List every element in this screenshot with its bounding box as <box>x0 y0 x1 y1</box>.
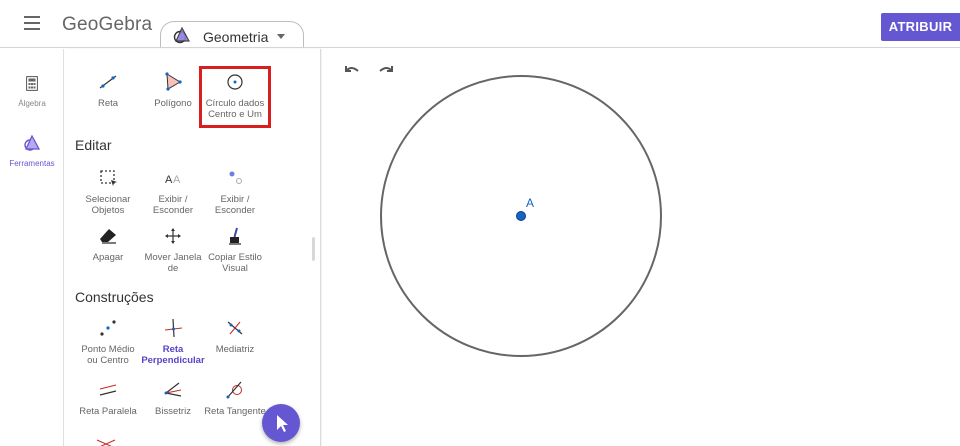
tool-eraser[interactable]: Apagar <box>75 225 141 263</box>
tangents-icon <box>226 381 242 399</box>
tool-move-graphics-view[interactable]: Mover Janela de <box>140 225 206 274</box>
svg-text:A: A <box>173 174 181 186</box>
app-selector[interactable]: Geometria <box>160 21 304 47</box>
tool-label: Exibir / Esconder <box>152 194 194 216</box>
tool-label: Mediatriz <box>215 344 255 355</box>
tools-icon <box>24 134 41 151</box>
tool-label: Reta <box>97 98 119 109</box>
select-objects-icon <box>100 170 117 186</box>
polygon-icon <box>165 72 182 91</box>
geometry-app-icon <box>173 26 191 44</box>
tool-label: Apagar <box>92 252 124 263</box>
sidebar-item-label: Álgebra <box>18 99 46 108</box>
angle-bisector-icon <box>164 382 182 397</box>
tool-perpendicular-bisector[interactable]: Mediatriz <box>202 317 268 355</box>
app-selector-label: Geometria <box>203 29 269 45</box>
tools-panel: Reta Polígono Círculo dados Centro e Um … <box>65 49 321 446</box>
tool-label: Exibir / Esconder <box>214 194 256 216</box>
tool-label: Mover Janela de <box>144 252 202 274</box>
perpendicular-line-icon <box>164 318 183 338</box>
sidebar-item-algebra[interactable]: Álgebra <box>0 75 64 108</box>
show-hide-object-icon <box>229 171 242 184</box>
graphics-view[interactable]: A <box>322 49 960 446</box>
tool-label: Reta Tangente <box>204 406 266 417</box>
svg-text:A: A <box>165 174 173 186</box>
point-a[interactable] <box>516 211 526 221</box>
tool-parallel-line[interactable]: Reta Paralela <box>75 379 141 417</box>
cursor-arrow-icon <box>277 415 288 432</box>
tool-show-hide-object[interactable]: Exibir / Esconder <box>202 167 268 216</box>
tool-polygon[interactable]: Polígono <box>140 71 206 109</box>
move-tool-fab-button[interactable] <box>262 404 300 442</box>
parallel-line-icon <box>99 384 117 396</box>
partial-tool-icon <box>96 439 116 446</box>
midpoint-icon <box>100 320 116 336</box>
tool-label: Reta Paralela <box>79 406 137 417</box>
line-icon <box>99 75 117 89</box>
tool-angle-bisector[interactable]: Bissetriz <box>140 379 206 417</box>
tool-label: Polígono <box>154 98 192 109</box>
section-title-edit: Editar <box>75 137 112 153</box>
assign-button[interactable]: ATRIBUIR <box>881 13 960 41</box>
chevron-down-icon <box>277 34 285 39</box>
tool-select-objects[interactable]: Selecionar Objetos <box>75 167 141 216</box>
tool-label: Bissetriz <box>155 406 191 417</box>
copy-style-icon <box>229 227 241 245</box>
side-navigation: Álgebra Ferramentas <box>0 49 64 446</box>
tool-copy-visual-style[interactable]: Copiar Estilo Visual <box>202 225 268 274</box>
tool-highlight-box <box>199 66 271 128</box>
move-graphics-icon <box>165 228 181 244</box>
tool-label: Selecionar Objetos <box>85 194 131 216</box>
eraser-icon <box>100 229 116 244</box>
top-bar: GeoGebra Geometria ATRIBUIR <box>0 0 960 48</box>
tool-label: Reta Perpendicular <box>141 344 205 366</box>
point-a-label: A <box>526 196 534 210</box>
calculator-icon <box>25 75 39 92</box>
tool-label: Copiar Estilo Visual <box>208 252 262 274</box>
tool-perpendicular-line[interactable]: Reta Perpendicular <box>140 317 206 366</box>
sidebar-item-tools[interactable]: Ferramentas <box>0 134 64 168</box>
tool-label: Ponto Médio ou Centro <box>81 344 135 366</box>
tool-show-hide-label[interactable]: A A Exibir / Esconder <box>140 167 206 216</box>
section-title-constructions: Construções <box>75 289 154 305</box>
geogebra-logo: GeoGebra <box>62 14 153 35</box>
tool-midpoint[interactable]: Ponto Médio ou Centro <box>75 317 141 366</box>
construction-drawing: A <box>380 75 662 357</box>
tool-line[interactable]: Reta <box>75 71 141 109</box>
tool-tangents[interactable]: Reta Tangente <box>202 379 268 417</box>
sidebar-item-label: Ferramentas <box>9 159 55 168</box>
show-hide-label-icon: A A <box>165 174 181 186</box>
tools-scrollbar[interactable] <box>312 237 315 261</box>
hamburger-menu-icon[interactable] <box>24 16 40 30</box>
perpendicular-bisector-icon <box>227 321 243 335</box>
